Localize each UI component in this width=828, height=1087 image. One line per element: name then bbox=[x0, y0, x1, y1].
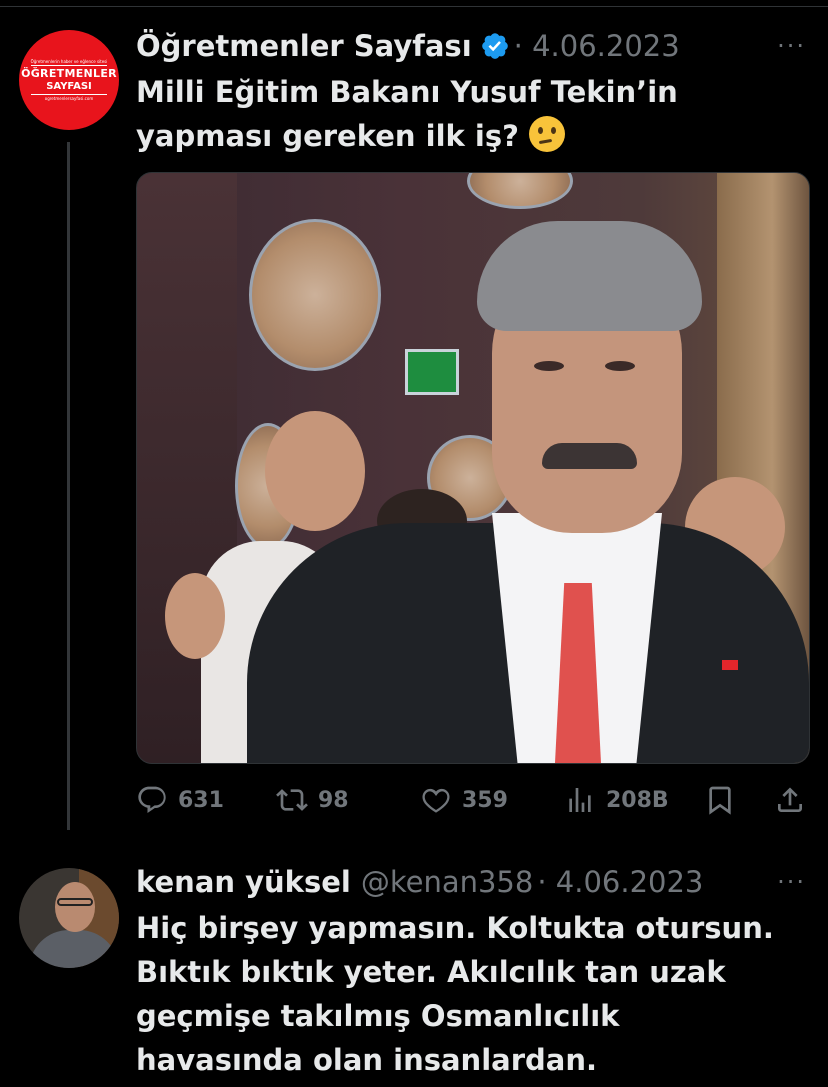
views-icon bbox=[569, 788, 591, 812]
tweet1-action-bar: 631 98 359 208B bbox=[136, 780, 808, 820]
photo-flag-pin bbox=[722, 660, 738, 670]
tweet1-photo[interactable] bbox=[136, 172, 810, 764]
photo-main-person-eye bbox=[605, 361, 635, 371]
avatar-glasses bbox=[57, 898, 93, 906]
reply-count: 631 bbox=[178, 787, 224, 813]
tweet2-text-line: geçmişe takılmış Osmanlıcılık bbox=[136, 999, 620, 1033]
photo-main-person-eye bbox=[534, 361, 564, 371]
reply-button[interactable]: 631 bbox=[136, 780, 224, 820]
avatar-divider bbox=[31, 94, 107, 95]
verified-badge-icon bbox=[481, 33, 508, 59]
retweet-count: 98 bbox=[318, 787, 349, 813]
tweet2-date[interactable]: · 4.06.2023 bbox=[537, 865, 703, 899]
tweet1-body: Milli Eğitim Bakanı Yusuf Tekin’in yapma… bbox=[136, 75, 678, 153]
tweet2-handle[interactable]: @kenan358 bbox=[361, 865, 534, 899]
tweet1-header: Öğretmenler Sayfası · 4.06.2023 bbox=[136, 26, 680, 66]
avatar-text-line2: SAYFASI bbox=[46, 81, 92, 92]
like-count: 359 bbox=[462, 787, 508, 813]
photo-main-person-moustache bbox=[542, 443, 637, 469]
tweet2-text-line: havasında olan insanlardan. bbox=[136, 1043, 597, 1077]
tweet1-display-name[interactable]: Öğretmenler Sayfası bbox=[136, 29, 472, 63]
tweet2-display-name[interactable]: kenan yüksel bbox=[136, 865, 351, 899]
like-button[interactable]: 359 bbox=[420, 780, 508, 820]
views-button[interactable]: 208B bbox=[564, 780, 669, 820]
avatar-head bbox=[55, 882, 95, 932]
photo-wall-disc bbox=[249, 219, 381, 371]
share-button[interactable] bbox=[774, 780, 816, 820]
exit-sign bbox=[405, 349, 459, 395]
avatar-divider bbox=[31, 65, 107, 66]
bookmark-icon bbox=[709, 786, 731, 815]
avatar-ogretmenler-sayfasi[interactable]: Öğretmenlerin haber ve eğlence sitesi ÖĞ… bbox=[19, 30, 119, 130]
thinking-face-icon bbox=[529, 116, 566, 152]
avatar-tagline: Öğretmenlerin haber ve eğlence sitesi bbox=[30, 59, 108, 64]
avatar-kenan-yuksel[interactable] bbox=[19, 868, 119, 968]
tweet2-text: Hiç birşey yapmasın. Koltukta otursun. B… bbox=[136, 906, 806, 1082]
photo-bg-person-head bbox=[165, 573, 225, 659]
tweet1-date[interactable]: · 4.06.2023 bbox=[514, 29, 680, 63]
tweet1-text: Milli Eğitim Bakanı Yusuf Tekin’in yapma… bbox=[136, 70, 796, 158]
tweet2-more-options-icon[interactable]: ··· bbox=[777, 868, 806, 896]
tweet2-header: kenan yüksel @kenan358 · 4.06.2023 bbox=[136, 862, 703, 902]
tweet2-text-line: Bıktık bıktık yeter. Akılcılık tan uzak bbox=[136, 955, 726, 989]
thread-connector-line bbox=[67, 142, 70, 830]
photo-main-person-hair bbox=[477, 221, 702, 331]
top-divider bbox=[0, 0, 828, 7]
photo-wall-disc bbox=[467, 173, 573, 209]
avatar-text-line1: ÖĞRETMENLER bbox=[21, 67, 117, 80]
tweet2-text-line: Hiç birşey yapmasın. Koltukta otursun. bbox=[136, 911, 774, 945]
avatar-url: ogretmenlersayfasi.com bbox=[44, 96, 94, 101]
bookmark-button[interactable] bbox=[704, 780, 746, 820]
share-icon bbox=[778, 787, 802, 812]
views-count: 208B bbox=[606, 787, 669, 813]
retweet-button[interactable]: 98 bbox=[276, 780, 349, 820]
photo-bg-person-head bbox=[265, 411, 365, 531]
reply-icon bbox=[138, 786, 166, 814]
tweet1-more-options-icon[interactable]: ··· bbox=[777, 32, 806, 60]
heart-icon bbox=[422, 788, 450, 813]
retweet-icon bbox=[276, 789, 308, 811]
